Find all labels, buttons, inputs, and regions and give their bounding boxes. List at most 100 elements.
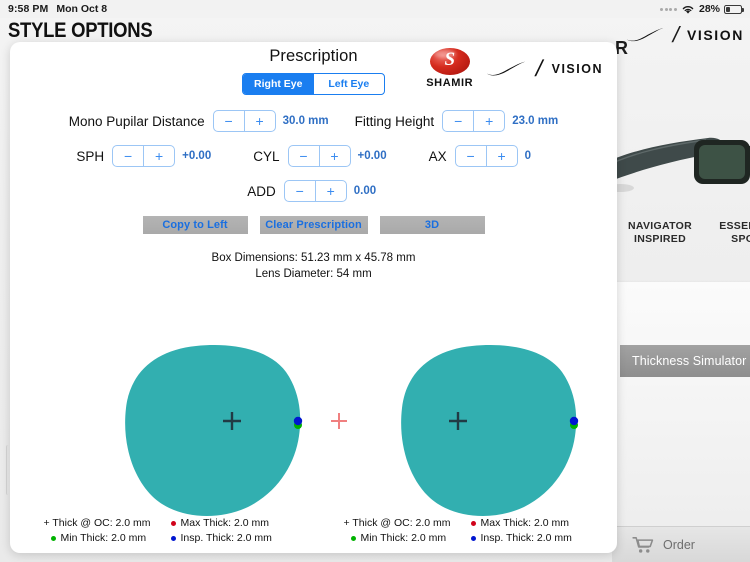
- legend-max-thick-text: Max Thick: 2.0 mm: [180, 517, 270, 529]
- shamir-logo: SHAMIR: [426, 48, 473, 89]
- shamir-mark-icon: [429, 48, 470, 75]
- sph-plus-button[interactable]: +: [144, 146, 174, 166]
- sph-label: SPH: [76, 148, 105, 164]
- fitting-height-label: Fitting Height: [354, 113, 435, 129]
- legend-max-thick: Max Thick: 2.0 mm: [170, 516, 289, 531]
- ios-status-bar: 9:58 PM Mon Oct 8 28%: [0, 0, 750, 18]
- thickness-simulator-tab[interactable]: Thickness Simulator: [620, 345, 750, 377]
- product-name-line2: SPORT: [731, 233, 750, 245]
- thickness-legend: + Thick @ OC: 2.0 mm Max Thick: 2.0 mm M…: [10, 516, 617, 546]
- field-sph: SPH − + +0.00: [76, 145, 211, 167]
- ax-minus-button[interactable]: −: [456, 146, 487, 166]
- battery-percent: 28%: [698, 3, 720, 15]
- action-buttons: Copy to Left Clear Prescription 3D: [10, 216, 617, 234]
- min-thick-dot-icon: [350, 536, 356, 541]
- brand-slash: /: [533, 55, 546, 81]
- nike-swoosh-icon: [626, 28, 664, 42]
- ax-stepper[interactable]: − +: [454, 145, 518, 167]
- legend-thick-oc: + Thick @ OC: 2.0 mm: [39, 516, 157, 531]
- ax-plus-button[interactable]: +: [487, 146, 517, 166]
- add-plus-button[interactable]: +: [316, 181, 346, 201]
- mono-pd-value: 30.0 mm: [282, 115, 329, 127]
- legend-left-eye: + Thick @ OC: 2.0 mm Max Thick: 2.0 mm M…: [339, 516, 589, 546]
- field-add: ADD − + 0.00: [247, 180, 380, 202]
- ax-label: AX: [428, 148, 447, 164]
- max-thick-dot-icon: [170, 521, 176, 526]
- prescription-panel: Prescription SHAMIR / VISION Right Eye L…: [10, 42, 617, 553]
- prescription-form: Mono Pupilar Distance − + 30.0 mm Fittin…: [10, 110, 617, 202]
- legend-insp-thick-text: Insp. Thick: 2.0 mm: [180, 532, 272, 544]
- ax-value: 0: [524, 150, 532, 162]
- form-row-add: ADD − + 0.00: [10, 180, 617, 202]
- lens-thickness-diagram: [124, 345, 578, 516]
- status-time: 9:58 PM: [8, 3, 49, 15]
- eye-selector[interactable]: Right Eye Left Eye: [242, 73, 385, 95]
- legend-thick-oc-text: + Thick @ OC: 2.0 mm: [343, 517, 451, 529]
- legend-line: + Thick @ OC: 2.0 mm Max Thick: 2.0 mm: [339, 516, 589, 531]
- sph-minus-button[interactable]: −: [113, 146, 145, 166]
- min-thick-dot-icon: [50, 536, 56, 541]
- fitting-height-stepper[interactable]: − +: [442, 110, 506, 132]
- dimensions-info: Box Dimensions: 51.23 mm x 45.78 mm Lens…: [10, 250, 617, 282]
- cyl-label: CYL: [253, 148, 280, 164]
- add-minus-button[interactable]: −: [285, 181, 316, 201]
- legend-min-thick: Min Thick: 2.0 mm: [39, 531, 157, 546]
- lens-preview-area: + Thick @ OC: 2.0 mm Max Thick: 2.0 mm M…: [10, 324, 617, 553]
- legend-insp-thick-text: Insp. Thick: 2.0 mm: [480, 532, 572, 544]
- legend-line: + Thick @ OC: 2.0 mm Max Thick: 2.0 mm: [39, 516, 289, 531]
- form-row-sph-cyl-ax: SPH − + +0.00 CYL − + +0.00 AX − + 0: [10, 145, 617, 167]
- cyl-plus-button[interactable]: +: [320, 146, 350, 166]
- legend-insp-thick: Insp. Thick: 2.0 mm: [170, 531, 289, 546]
- max-thick-dot-icon: [470, 521, 476, 526]
- tab-left-eye[interactable]: Left Eye: [314, 74, 385, 94]
- cyl-value: +0.00: [357, 150, 387, 162]
- legend-line: Min Thick: 2.0 mm Insp. Thick: 2.0 mm: [39, 531, 289, 546]
- wifi-icon: [682, 5, 694, 14]
- nike-swoosh-icon: [486, 61, 526, 75]
- three-d-button[interactable]: 3D: [379, 216, 485, 234]
- legend-line: Min Thick: 2.0 mm Insp. Thick: 2.0 mm: [339, 531, 589, 546]
- cyl-minus-button[interactable]: −: [289, 146, 320, 166]
- field-ax: AX − + 0: [429, 145, 551, 167]
- mono-pd-label: Mono Pupilar Distance: [68, 113, 205, 129]
- status-right-cluster: 28%: [660, 3, 744, 15]
- cyl-stepper[interactable]: − +: [287, 145, 351, 167]
- brand-lockup-background: / VISION: [625, 22, 744, 48]
- order-bar[interactable]: Order: [612, 526, 750, 562]
- fitting-height-minus-button[interactable]: −: [443, 111, 475, 131]
- field-mono-pupilar-distance: Mono Pupilar Distance − + 30.0 mm: [69, 110, 329, 132]
- nike-vision-logo: / VISION: [485, 55, 603, 82]
- lens-right-eye: [124, 345, 302, 516]
- add-label: ADD: [247, 183, 276, 199]
- insp-thick-dot-icon: [470, 536, 476, 541]
- product-card-essential-sport[interactable]: ESSENTIAL SPORT: [690, 110, 750, 246]
- legend-thick-oc: + Thick @ OC: 2.0 mm: [339, 516, 457, 531]
- center-cross-marker: [330, 413, 347, 429]
- mono-pd-stepper[interactable]: − +: [212, 110, 276, 132]
- sunglasses-image-essential-sport: [690, 110, 750, 220]
- sph-stepper[interactable]: − +: [112, 145, 176, 167]
- sph-value: +0.00: [182, 150, 212, 162]
- shopping-cart-icon: [632, 536, 654, 553]
- clear-prescription-button[interactable]: Clear Prescription: [259, 216, 368, 234]
- battery-icon: [724, 4, 744, 14]
- copy-to-left-button[interactable]: Copy to Left: [142, 216, 248, 234]
- fitting-height-plus-button[interactable]: +: [474, 111, 504, 131]
- legend-insp-thick: Insp. Thick: 2.0 mm: [470, 531, 589, 546]
- field-fitting-height: Fitting Height − + 23.0 mm: [354, 110, 558, 132]
- order-label: Order: [663, 537, 695, 552]
- insp-thick-dot-icon: [170, 536, 176, 541]
- product-name-line1: ESSENTIAL: [719, 220, 750, 232]
- shamir-wordmark: SHAMIR: [426, 77, 474, 89]
- add-stepper[interactable]: − +: [283, 180, 347, 202]
- brand-lockup-panel: SHAMIR / VISION: [426, 48, 603, 89]
- legend-min-thick: Min Thick: 2.0 mm: [339, 531, 457, 546]
- form-row-pd-fitting: Mono Pupilar Distance − + 30.0 mm Fittin…: [10, 110, 617, 132]
- legend-max-thick: Max Thick: 2.0 mm: [470, 516, 589, 531]
- brand-vision-text: VISION: [551, 61, 603, 76]
- tab-right-eye[interactable]: Right Eye: [243, 74, 314, 94]
- legend-max-thick-text: Max Thick: 2.0 mm: [480, 517, 570, 529]
- mono-pd-minus-button[interactable]: −: [214, 111, 245, 131]
- legend-right-eye: + Thick @ OC: 2.0 mm Max Thick: 2.0 mm M…: [39, 516, 289, 546]
- mono-pd-plus-button[interactable]: +: [245, 111, 275, 131]
